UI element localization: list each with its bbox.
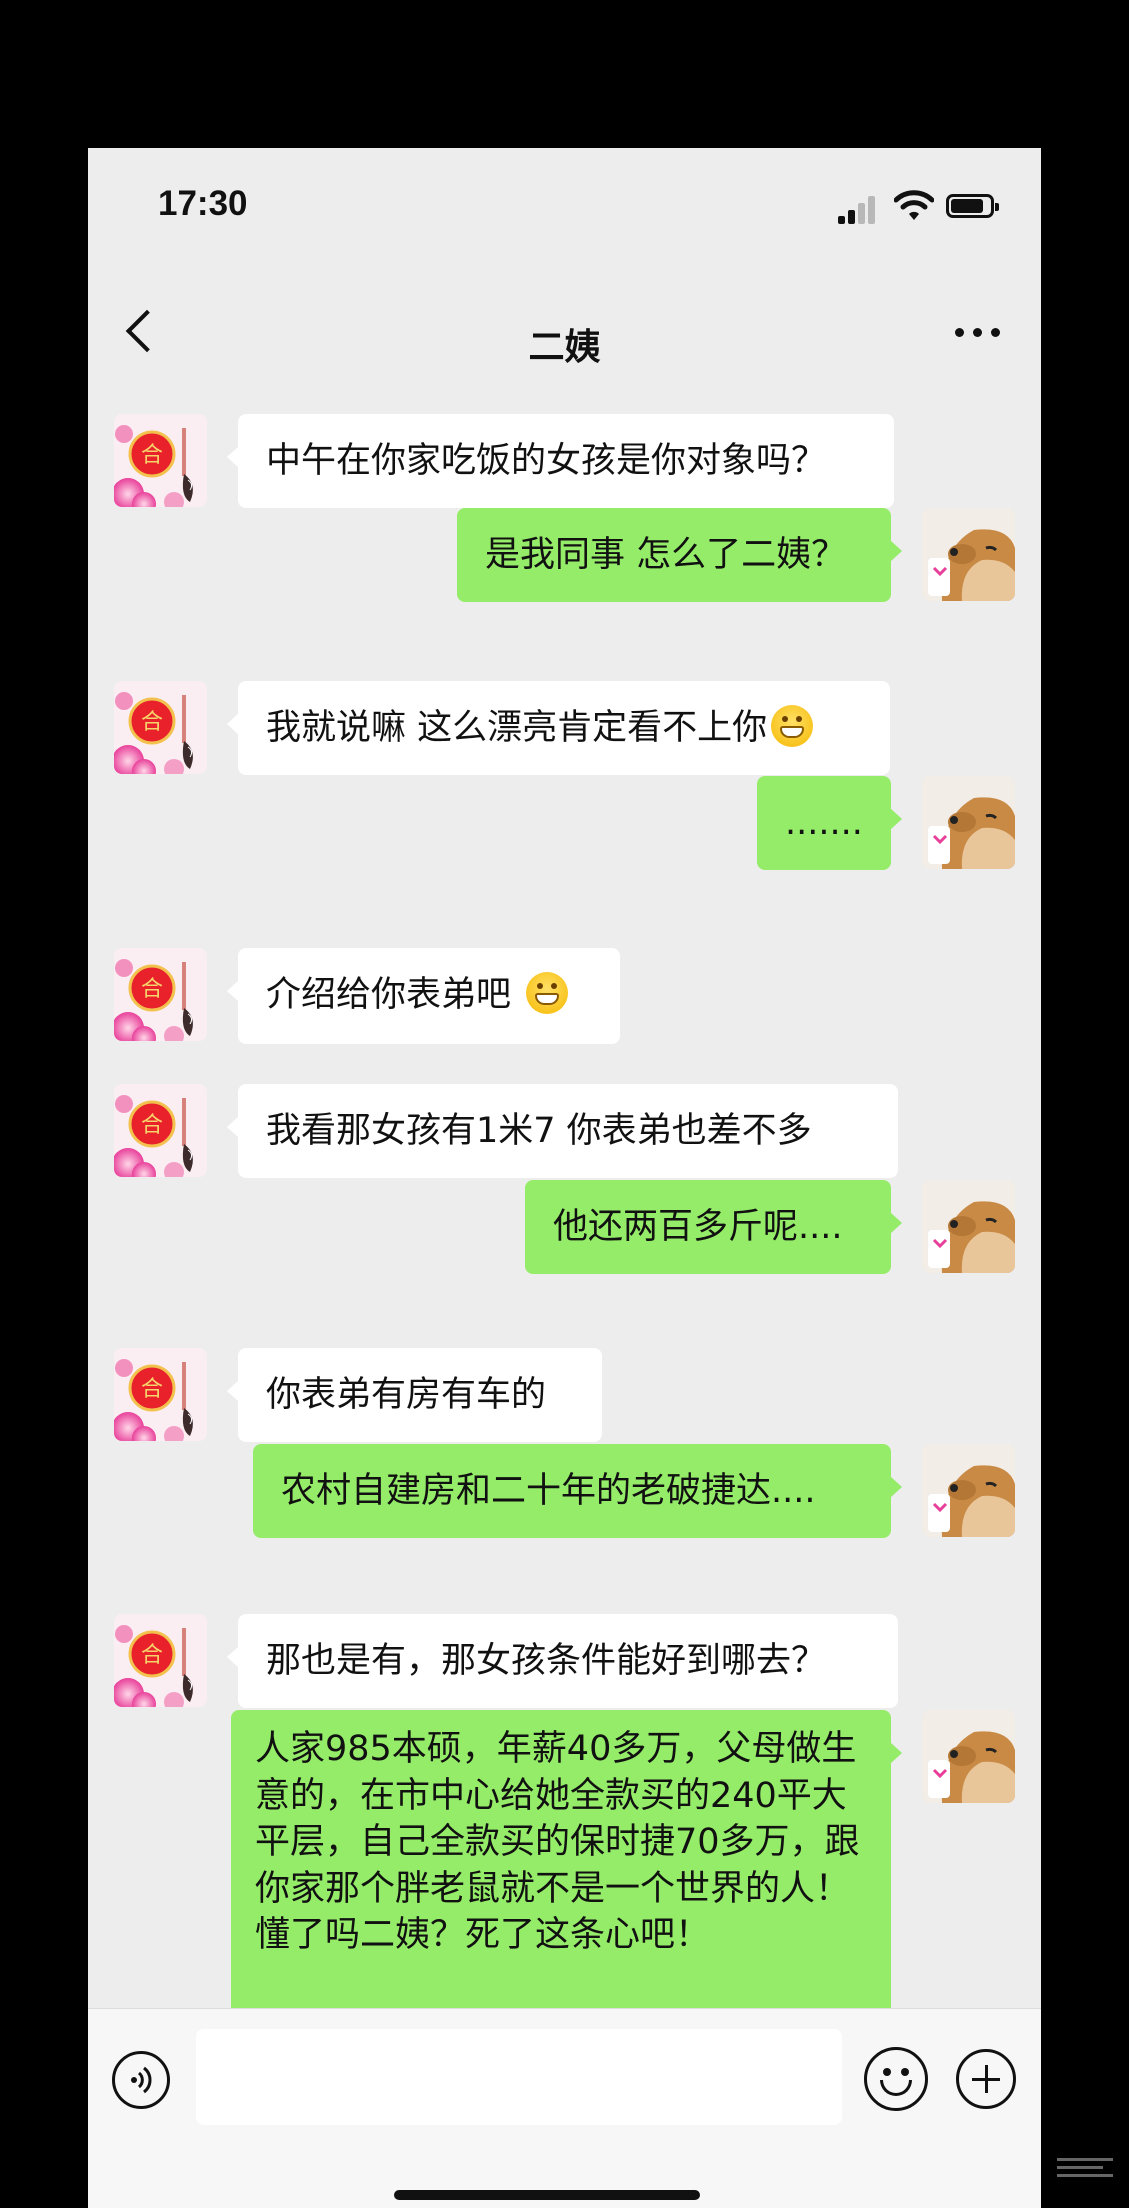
more-actions-button[interactable] <box>956 2049 1016 2109</box>
svg-text:合: 合 <box>141 443 163 468</box>
message-text: 我看那女孩有1米7 你表弟也差不多 <box>266 1111 812 1151</box>
sent-message-bubble[interactable]: ....... <box>757 776 902 870</box>
contact-avatar[interactable]: 合 <box>114 681 207 774</box>
my-avatar[interactable] <box>922 1444 1015 1537</box>
wifi-icon <box>894 190 934 220</box>
chat-title: 二姨 <box>528 327 601 368</box>
voice-input-icon <box>131 2066 152 2094</box>
my-avatar[interactable] <box>922 776 1015 869</box>
emoji-icon <box>883 2068 891 2076</box>
message-text: 他还两百多斤呢.... <box>553 1207 843 1247</box>
battery-icon <box>946 194 999 218</box>
contact-avatar[interactable]: 合 <box>114 1084 207 1177</box>
shiba-dog-avatar-icon <box>922 776 1015 869</box>
message-text: 介绍给你表弟吧 <box>266 975 523 1015</box>
message-text: ....... <box>785 803 863 843</box>
fortune-avatar-icon: 合 <box>114 948 207 1041</box>
my-avatar[interactable] <box>922 1710 1015 1803</box>
received-message-bubble[interactable]: 我就说嘛 这么漂亮肯定看不上你 <box>227 681 890 775</box>
shiba-dog-avatar-icon <box>922 1180 1015 1273</box>
message-text: 农村自建房和二十年的老破捷达.... <box>281 1471 816 1511</box>
fortune-avatar-icon: 合 <box>114 681 207 774</box>
received-message-bubble[interactable]: 我看那女孩有1米7 你表弟也差不多 <box>227 1084 898 1178</box>
received-message-bubble[interactable]: 那也是有，那女孩条件能好到哪去？ <box>227 1614 898 1708</box>
sent-message-bubble[interactable]: 农村自建房和二十年的老破捷达.... <box>253 1444 902 1538</box>
received-message-bubble[interactable]: 介绍给你表弟吧 <box>227 948 620 1044</box>
received-message-bubble[interactable]: 中午在你家吃饭的女孩是你对象吗？ <box>227 414 894 508</box>
svg-text:合: 合 <box>141 710 163 735</box>
input-bar <box>88 2008 1041 2208</box>
message-text: 你表弟有房有车的 <box>266 1375 547 1415</box>
contact-avatar[interactable]: 合 <box>114 1348 207 1441</box>
svg-text:合: 合 <box>141 1113 163 1138</box>
received-message-bubble[interactable]: 你表弟有房有车的 <box>227 1348 602 1442</box>
message-text: 中午在你家吃饭的女孩是你对象吗？ <box>266 441 827 481</box>
my-avatar[interactable] <box>922 1180 1015 1273</box>
contact-avatar[interactable]: 合 <box>114 414 207 507</box>
emoji-button[interactable] <box>864 2047 928 2111</box>
svg-text:合: 合 <box>141 977 163 1002</box>
fortune-avatar-icon: 合 <box>114 1614 207 1707</box>
status-bar: 17:30 <box>88 148 1041 268</box>
more-button[interactable] <box>955 328 1001 340</box>
phone-screen: 17:30 二姨 合 中午在你家吃饭的女孩是你对象吗？ 是我同事 怎么了二姨？ … <box>88 148 1041 2208</box>
sent-message-bubble[interactable]: 他还两百多斤呢.... <box>525 1180 902 1274</box>
message-text: 是我同事 怎么了二姨？ <box>485 535 847 575</box>
shiba-dog-avatar-icon <box>922 1710 1015 1803</box>
sent-message-bubble[interactable]: 是我同事 怎么了二姨？ <box>457 508 902 602</box>
fortune-avatar-icon: 合 <box>114 414 207 507</box>
grinning-face-emoji <box>771 705 814 747</box>
my-avatar[interactable] <box>922 508 1015 601</box>
status-time: 17:30 <box>158 184 248 223</box>
cellular-signal-icon <box>838 194 882 224</box>
grinning-face-emoji <box>526 972 569 1014</box>
message-text: 我就说嘛 这么漂亮肯定看不上你 <box>266 708 768 748</box>
message-text: 人家985本硕，年薪40多万，父母做生意的，在市中心给她全款买的240平大平层，… <box>255 1729 860 1956</box>
home-indicator[interactable] <box>394 2190 700 2200</box>
corner-mark-icon <box>1057 2158 1117 2180</box>
voice-button[interactable] <box>112 2051 170 2109</box>
sent-message-bubble[interactable]: 人家985本硕，年薪40多万，父母做生意的，在市中心给她全款买的240平大平层，… <box>231 1710 902 2026</box>
contact-avatar[interactable]: 合 <box>114 1614 207 1707</box>
message-input[interactable] <box>196 2029 842 2125</box>
message-list[interactable]: 合 中午在你家吃饭的女孩是你对象吗？ 是我同事 怎么了二姨？ 合 我就说嘛 这么… <box>88 388 1041 2158</box>
svg-text:合: 合 <box>141 1377 163 1402</box>
shiba-dog-avatar-icon <box>922 1444 1015 1537</box>
fortune-avatar-icon: 合 <box>114 1348 207 1441</box>
contact-avatar[interactable]: 合 <box>114 948 207 1041</box>
more-dots-icon <box>955 328 964 337</box>
svg-text:合: 合 <box>141 1643 163 1668</box>
shiba-dog-avatar-icon <box>922 508 1015 601</box>
fortune-avatar-icon: 合 <box>114 1084 207 1177</box>
chat-header: 二姨 <box>88 268 1041 388</box>
message-text: 那也是有，那女孩条件能好到哪去？ <box>266 1641 827 1681</box>
